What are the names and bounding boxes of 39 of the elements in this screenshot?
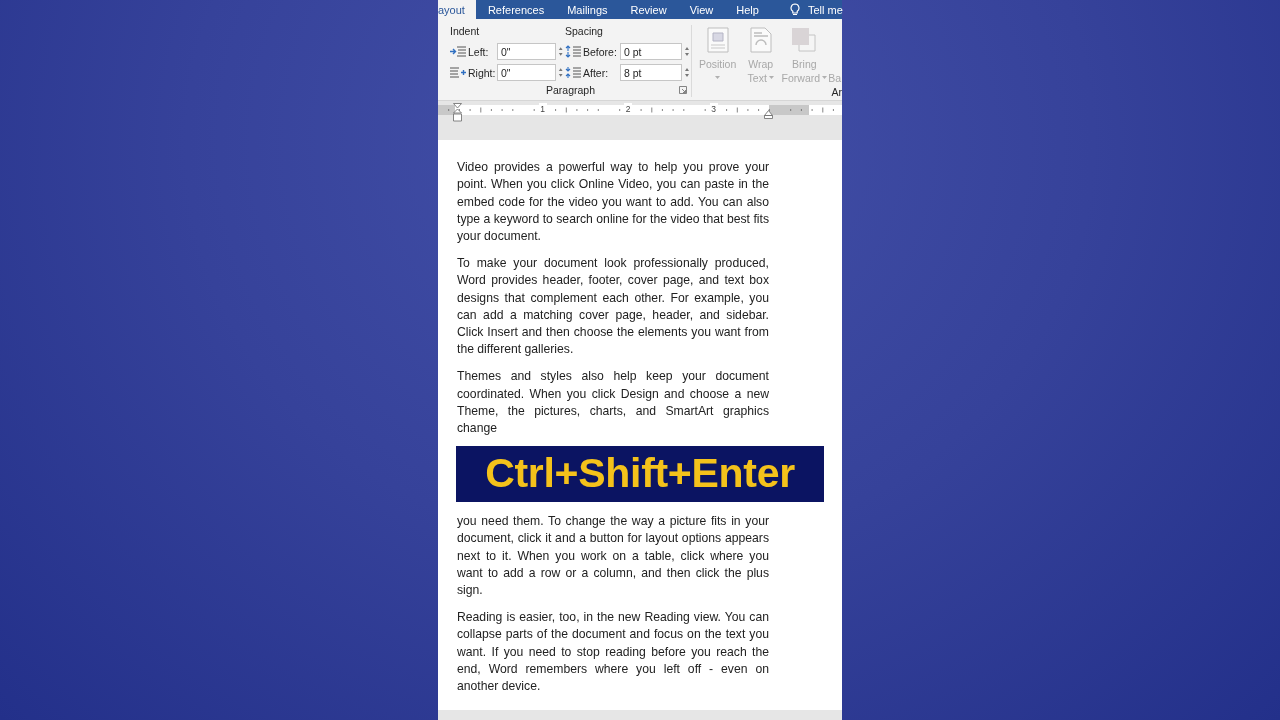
field-label: After: bbox=[583, 66, 609, 79]
bring-forward-icon bbox=[791, 27, 818, 53]
group-label: Paragraph bbox=[545, 84, 595, 96]
ribbon-tab[interactable]: Help bbox=[725, 0, 770, 19]
section-label: Indent bbox=[450, 25, 481, 38]
shortcut-banner: Ctrl+Shift+Enter bbox=[456, 445, 824, 502]
lightbulb-icon bbox=[789, 3, 800, 16]
spin-field[interactable]: 0" bbox=[497, 64, 556, 81]
position-icon bbox=[706, 27, 729, 53]
ribbon-tab[interactable]: View bbox=[678, 0, 725, 19]
ribbon-tab[interactable]: Review bbox=[619, 0, 678, 19]
tell-me-search[interactable]: Tell me bbox=[807, 3, 843, 16]
ruler-number: 3 bbox=[709, 103, 718, 115]
indent-marker-icon[interactable] bbox=[453, 103, 462, 123]
spin-field[interactable]: 0" bbox=[497, 43, 556, 60]
field-label: Right: bbox=[468, 66, 496, 79]
field-label: Left: bbox=[468, 45, 489, 58]
indent-right-icon bbox=[450, 67, 466, 78]
field-label: Before: bbox=[583, 45, 617, 58]
body-paragraph: To make your document look professionally produced, Word provides header, footer, cover page, and text box designs that complement each other. For example, you can add a matching cover page, header, and sidebar. Click Insert and then choose the elements you want from the different galleries. bbox=[457, 255, 769, 359]
spacing-before-icon bbox=[565, 45, 581, 58]
ribbon-tab[interactable]: Mailings bbox=[556, 0, 619, 19]
spacing-after-icon bbox=[565, 66, 581, 79]
ruler-number: 1 bbox=[538, 103, 547, 115]
indent-left-icon bbox=[450, 46, 466, 57]
body-paragraph: you need them. To change the way a picture fits in your document, click it and a button for layout options appears next to it. When you work on a table, click where you want to add a row or a column, and then click the plus sign. bbox=[457, 512, 769, 600]
dialog-launcher-icon[interactable] bbox=[679, 86, 687, 94]
body-paragraph: Reading is easier, too, in the new Reading view. You can collapse parts of the document and focus on the text you want. If you need to stop reading before you reach the end, Word remembers where you left off - even on another device. bbox=[457, 608, 769, 696]
spin-field[interactable]: 8 pt bbox=[620, 64, 682, 81]
ruler-number: 2 bbox=[624, 103, 632, 115]
group-label: Ar bbox=[830, 85, 842, 97]
ribbon-tab[interactable]: ayout bbox=[438, 0, 476, 19]
ribbon-tab[interactable]: References bbox=[476, 0, 556, 19]
body-paragraph: Themes and styles also help keep your document coordinated. When you click Design and choose a new Theme, the pictures, charts, and SmartArt graphics change bbox=[457, 368, 769, 438]
section-label: Spacing bbox=[565, 25, 604, 38]
body-paragraph: Video provides a powerful way to help you prove your point. When you click Online Video, you can paste in the embed code for the video you want to add. You can also type a keyword to search online for the video that best fits your document. bbox=[457, 159, 769, 246]
spin-field[interactable]: 0 pt bbox=[620, 43, 682, 60]
wrap-text-icon bbox=[749, 27, 772, 53]
right-indent-marker-icon[interactable] bbox=[764, 110, 773, 119]
